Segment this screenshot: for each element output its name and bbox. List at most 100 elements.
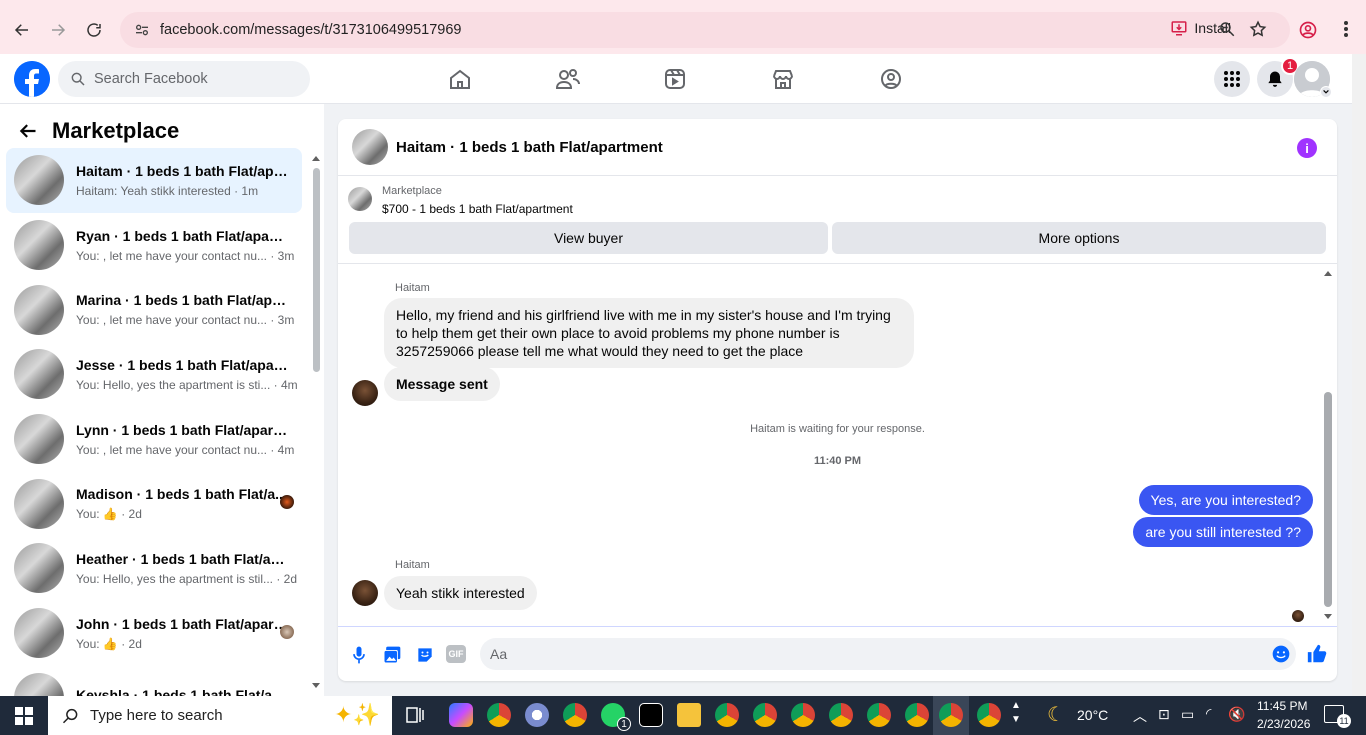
volume-muted-icon[interactable]: 🔇	[1228, 706, 1245, 723]
gaming-icon[interactable]	[879, 67, 903, 96]
browser-menu-icon[interactable]	[1342, 19, 1350, 44]
capcut-app-icon[interactable]	[639, 703, 663, 727]
bell-icon	[1268, 71, 1282, 87]
conversation-preview: You: Hello, yes the apartment is stil...…	[76, 571, 297, 586]
like-icon[interactable]	[1306, 643, 1327, 663]
back-arrow-icon[interactable]	[18, 121, 38, 141]
tray-chevron-icon[interactable]: ︿	[1133, 706, 1147, 726]
listing-thumbnail	[14, 608, 64, 659]
sidebar-scroll-thumb[interactable]	[313, 168, 320, 372]
chat-title[interactable]: Haitam · 1 beds 1 bath Flat/apartment	[396, 139, 663, 156]
conversation-item[interactable]: Keyshla · 1 beds 1 bath Flat/ap...	[6, 666, 302, 696]
paint-app-icon[interactable]	[525, 703, 549, 727]
reload-icon[interactable]	[76, 12, 112, 48]
chrome-app-icon[interactable]	[791, 703, 815, 727]
conversation-item[interactable]: Madison · 1 beds 1 bath Flat/a... You: 👍…	[6, 471, 302, 536]
whatsapp-app-icon[interactable]: 1	[601, 703, 631, 731]
zoom-icon[interactable]	[1218, 20, 1236, 43]
chrome-app-icon[interactable]	[977, 703, 1001, 727]
file-explorer-icon[interactable]	[677, 703, 701, 727]
address-bar[interactable]: facebook.com/messages/t/3173106499517969	[120, 12, 1290, 48]
sender-avatar[interactable]	[352, 580, 378, 606]
scroll-up-icon[interactable]	[311, 154, 321, 162]
incoming-message[interactable]: Yeah stikk interested	[384, 576, 537, 610]
conversation-item[interactable]: Lynn · 1 beds 1 bath Flat/apartm... You:…	[6, 407, 302, 472]
emoji-icon[interactable]	[1271, 644, 1291, 664]
scroll-down-icon[interactable]	[311, 682, 321, 690]
chat-panel: Haitam · 1 beds 1 bath Flat/apartment i …	[338, 119, 1337, 681]
notification-center-count: 11	[1337, 714, 1351, 728]
scroll-down-icon[interactable]	[1323, 613, 1333, 621]
conversation-item[interactable]: Ryan · 1 beds 1 bath Flat/apartm... You:…	[6, 213, 302, 278]
page-scrollbar[interactable]	[1352, 54, 1366, 696]
conversation-item[interactable]: Haitam · 1 beds 1 bath Flat/apar... Hait…	[6, 148, 302, 213]
listing-price: $700 - 1 beds 1 bath Flat/apartment	[382, 202, 573, 216]
message-input[interactable]: Aa	[480, 638, 1296, 670]
facebook-search-input[interactable]: Search Facebook	[58, 61, 310, 97]
clock-date[interactable]: 2/23/2026	[1257, 717, 1310, 731]
more-options-button[interactable]: More options	[832, 222, 1326, 254]
chat-scrollbar[interactable]	[1322, 267, 1334, 622]
chrome-app-icon[interactable]	[867, 703, 891, 727]
weather-moon-icon[interactable]: ☾	[1047, 702, 1065, 727]
chat-listing-thumbnail[interactable]	[352, 129, 388, 165]
chrome-app-icon[interactable]	[563, 703, 587, 727]
battery-icon[interactable]: ▭	[1181, 706, 1194, 723]
sticker-icon[interactable]	[415, 645, 435, 665]
task-view-icon[interactable]	[405, 705, 425, 730]
account-chevron-icon[interactable]	[1320, 86, 1332, 98]
chrome-app-icon[interactable]	[715, 703, 739, 727]
weather-temperature[interactable]: 20°C	[1077, 707, 1108, 723]
gif-icon[interactable]: GIF	[446, 645, 466, 663]
chrome-app-icon[interactable]	[487, 703, 511, 727]
seen-avatar	[280, 624, 294, 639]
bookmark-star-icon[interactable]	[1249, 20, 1267, 43]
conversation-item[interactable]: Heather · 1 beds 1 bath Flat/apa... You:…	[6, 536, 302, 601]
chat-scroll-thumb[interactable]	[1324, 392, 1332, 607]
wifi-icon[interactable]: ◜	[1206, 705, 1211, 722]
conversation-name: Jesse · 1 beds 1 bath Flat/apartm...	[76, 356, 288, 373]
facebook-logo-icon[interactable]	[14, 61, 50, 97]
conversation-item[interactable]: Marina · 1 beds 1 bath Flat/apart... You…	[6, 277, 302, 342]
chrome-app-icon-active[interactable]	[939, 703, 963, 727]
waiting-notice: Haitam is waiting for your response.	[750, 423, 925, 435]
notification-center-icon[interactable]: 11	[1324, 705, 1351, 728]
taskbar-search[interactable]: Type here to search ✦✨	[48, 696, 392, 735]
listing-thumbnail	[14, 349, 64, 400]
menu-grid-button[interactable]	[1214, 61, 1250, 97]
back-icon[interactable]	[4, 12, 40, 48]
taskbar-overflow-icon[interactable]: ▲ ▼	[1011, 699, 1021, 727]
info-icon[interactable]: i	[1297, 138, 1317, 158]
sidebar-scrollbar[interactable]	[310, 150, 322, 690]
chrome-app-icon[interactable]	[753, 703, 777, 727]
clock-time[interactable]: 11:45 PM	[1257, 699, 1307, 713]
marketplace-icon[interactable]	[771, 67, 795, 96]
chrome-app-icon[interactable]	[829, 703, 853, 727]
outgoing-message[interactable]: Yes, are you interested?	[1138, 485, 1313, 515]
forward-icon[interactable]	[40, 12, 76, 48]
video-icon[interactable]	[663, 67, 687, 96]
microphone-icon[interactable]	[349, 645, 369, 665]
incoming-message[interactable]: Hello, my friend and his girlfriend live…	[384, 298, 914, 368]
photo-icon[interactable]	[382, 645, 402, 665]
meet-icon[interactable]: ⊡	[1158, 706, 1170, 723]
listing-thumbnail	[14, 672, 64, 696]
friends-icon[interactable]	[555, 67, 581, 96]
copilot-app-icon[interactable]	[449, 703, 473, 727]
profile-icon[interactable]	[1298, 20, 1318, 45]
conversation-name: Marina · 1 beds 1 bath Flat/apart...	[76, 292, 288, 309]
notifications-button[interactable]: 1	[1257, 57, 1299, 97]
taskbar-search-placeholder: Type here to search	[90, 707, 223, 724]
chrome-app-icon[interactable]	[905, 703, 929, 727]
conversation-item[interactable]: Jesse · 1 beds 1 bath Flat/apartm... You…	[6, 342, 302, 407]
scroll-up-icon[interactable]	[1323, 269, 1333, 277]
outgoing-message[interactable]: are you still interested ??	[1133, 517, 1313, 547]
view-buyer-button[interactable]: View buyer	[349, 222, 828, 254]
sender-avatar[interactable]	[352, 380, 378, 406]
site-settings-icon[interactable]	[134, 22, 150, 38]
conversation-preview: You: , let me have your contact nu... · …	[76, 248, 295, 263]
conversation-item[interactable]: John · 1 beds 1 bath Flat/apart... You: …	[6, 601, 302, 666]
windows-start-icon[interactable]	[15, 707, 33, 730]
home-icon[interactable]	[448, 67, 472, 96]
incoming-message[interactable]: Message sent	[384, 367, 500, 401]
